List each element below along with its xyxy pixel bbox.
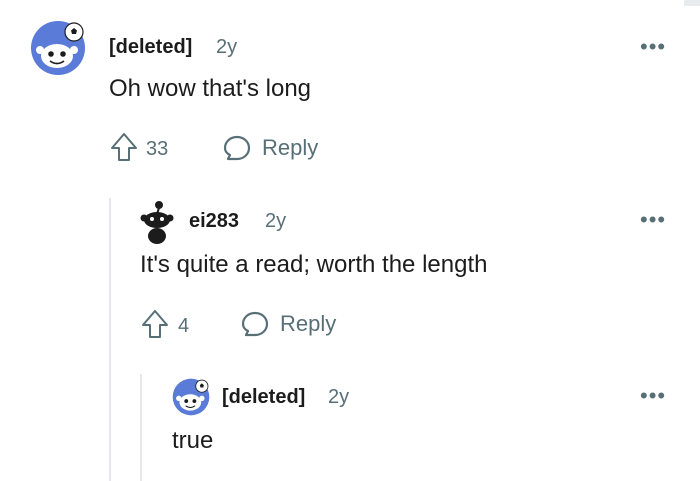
comment-author[interactable]: [deleted] — [222, 386, 305, 409]
comment-body: true — [172, 427, 214, 454]
comment-author[interactable]: [deleted] — [109, 36, 192, 59]
avatar[interactable] — [30, 20, 86, 76]
comment-body: Oh wow that's long — [109, 75, 312, 102]
more-options-button[interactable]: ••• — [640, 385, 666, 407]
comment-age[interactable]: 2y — [265, 210, 286, 233]
comment-body: It's quite a read; worth the length — [140, 251, 488, 278]
avatar[interactable] — [140, 200, 176, 244]
reply-label: Reply — [280, 311, 337, 336]
comment-age[interactable]: 2y — [216, 36, 237, 59]
reply-button[interactable]: Reply — [222, 132, 332, 166]
snoo-avatar-icon — [172, 378, 210, 416]
upvote-arrow-icon — [111, 133, 137, 161]
more-options-button[interactable]: ••• — [640, 209, 666, 231]
comment-age[interactable]: 2y — [328, 386, 349, 409]
snoo-avatar-icon — [140, 201, 174, 244]
vote-count: 33 — [146, 138, 169, 160]
comment-author[interactable]: ei283 — [189, 210, 239, 233]
thread-line-level2[interactable] — [140, 374, 142, 481]
reply-button[interactable]: Reply — [240, 308, 350, 342]
avatar[interactable] — [172, 378, 210, 416]
snoo-avatar-icon — [31, 21, 85, 75]
scrollbar-hint — [684, 0, 700, 6]
upvote-arrow-icon — [142, 310, 168, 338]
upvote-button[interactable] — [110, 132, 138, 164]
comment-bubble-icon — [241, 311, 269, 337]
reply-label: Reply — [262, 135, 319, 160]
more-options-button[interactable]: ••• — [640, 36, 666, 58]
thread-line-level1[interactable] — [109, 198, 111, 481]
vote-count: 4 — [178, 315, 190, 337]
comment-bubble-icon — [223, 135, 251, 161]
upvote-button[interactable] — [141, 309, 169, 341]
